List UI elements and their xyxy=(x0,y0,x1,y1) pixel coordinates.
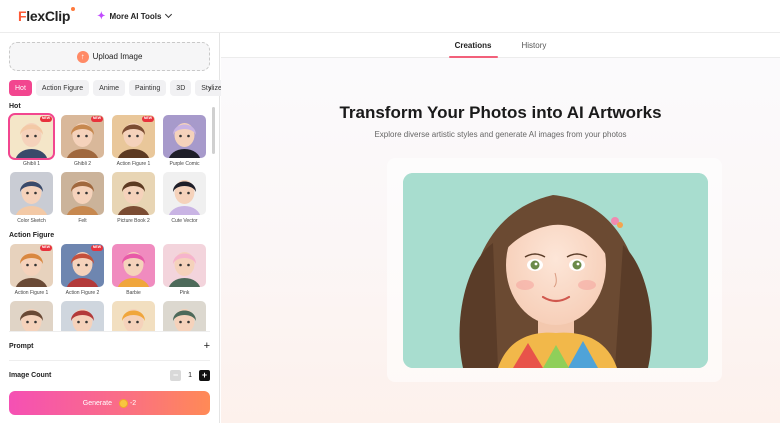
main-panel: Creations History Transform Your Photos … xyxy=(221,33,780,423)
style-card[interactable]: NEW Ghibli 1 xyxy=(8,113,55,167)
style-label: Ghibli 2 xyxy=(74,161,91,167)
style-thumbnail xyxy=(112,301,155,331)
style-card[interactable] xyxy=(111,301,156,331)
page-title: Transform Your Photos into AI Artworks xyxy=(339,103,662,122)
tab-creations[interactable]: Creations xyxy=(447,33,500,58)
chevron-down-icon xyxy=(165,10,173,19)
logo-wordmark: lexClip xyxy=(26,8,71,24)
main-tabs: Creations History xyxy=(221,33,780,58)
style-label: Purple Comic xyxy=(169,161,200,167)
upload-image-button[interactable]: ↑ Upload Image xyxy=(9,42,210,71)
style-card[interactable]: Color Sketch xyxy=(9,172,54,224)
style-label: Action Figure 2 xyxy=(65,290,100,296)
style-card[interactable]: NEW Ghibli 2 xyxy=(60,115,105,167)
generate-cost: -2 xyxy=(129,399,137,407)
image-count-row: Image Count − 1 + xyxy=(9,368,210,382)
tab-painting[interactable]: Painting xyxy=(129,80,167,96)
tab-anime[interactable]: Anime xyxy=(93,80,125,96)
more-ai-tools-menu[interactable]: ✦ More AI Tools xyxy=(97,10,173,22)
style-label: Felt xyxy=(78,218,87,224)
style-thumbnail xyxy=(163,115,206,158)
divider xyxy=(9,331,210,332)
style-tabs: Hot Action Figure Anime Painting 3D Styl… xyxy=(9,80,228,96)
style-card[interactable]: Purple Comic xyxy=(162,115,207,167)
sample-portrait-image xyxy=(403,173,708,368)
style-label: Pink xyxy=(179,290,190,296)
new-badge: NEW xyxy=(141,116,154,122)
upload-image-label: Upload Image xyxy=(92,52,143,61)
style-card[interactable]: Cute Vector xyxy=(162,172,207,224)
sidebar-scrollbar[interactable] xyxy=(212,107,215,154)
style-thumbnail xyxy=(112,172,155,215)
style-thumbnail: NEW xyxy=(8,113,55,160)
left-panel: ↑ Upload Image Hot Action Figure Anime P… xyxy=(0,33,228,423)
style-thumbnail xyxy=(10,301,53,331)
plus-icon[interactable]: + xyxy=(204,340,210,352)
image-count-label: Image Count xyxy=(9,371,52,379)
page-subtitle: Explore diverse artistic styles and gene… xyxy=(374,130,627,139)
style-thumbnail xyxy=(61,301,104,331)
style-label: Barbie xyxy=(126,290,141,296)
tab-history[interactable]: History xyxy=(514,33,555,58)
upload-icon: ↑ xyxy=(76,50,89,63)
style-card[interactable]: Barbie xyxy=(111,244,156,296)
prompt-label: Prompt xyxy=(9,342,34,350)
image-count-value: 1 xyxy=(188,371,192,379)
style-thumbnail xyxy=(163,301,206,331)
logo-dot-icon xyxy=(71,7,76,11)
logo-letter: F xyxy=(18,8,27,24)
divider xyxy=(9,360,210,361)
style-grid-action-figure: NEW Action Figure 1 NEW Action Figure 2 Barb… xyxy=(9,244,207,331)
generate-button[interactable]: Generate -2 xyxy=(9,391,210,415)
style-thumbnail: NEW xyxy=(61,244,104,287)
style-card[interactable]: NEW Action Figure 1 xyxy=(111,115,156,167)
style-thumbnail xyxy=(163,244,206,287)
generate-label: Generate xyxy=(82,399,112,407)
style-card[interactable]: NEW Action Figure 1 xyxy=(9,244,54,296)
style-thumbnail: NEW xyxy=(61,115,104,158)
image-count-stepper: − 1 + xyxy=(170,369,210,381)
style-thumbnail xyxy=(163,172,206,215)
style-label: Cute Vector xyxy=(171,218,198,224)
style-card[interactable]: Pink xyxy=(162,244,207,296)
tabs-next-arrow-icon[interactable]: › xyxy=(204,80,216,96)
sparkle-icon: ✦ xyxy=(97,10,106,22)
credit-coin-icon xyxy=(118,398,128,408)
section-title-hot: Hot xyxy=(9,103,21,110)
style-thumbnail: NEW xyxy=(10,244,53,287)
style-card[interactable] xyxy=(60,301,105,331)
style-label: Action Figure 1 xyxy=(116,161,151,167)
tab-action-figure[interactable]: Action Figure xyxy=(35,80,90,96)
increment-button[interactable]: + xyxy=(199,369,210,381)
style-thumbnail xyxy=(112,244,155,287)
style-grid-hot: NEW Ghibli 1 NEW Ghibli 2 NEW Action Figure 1… xyxy=(8,113,207,224)
style-thumbnail xyxy=(10,172,53,215)
prompt-row[interactable]: Prompt + xyxy=(9,339,210,353)
style-label: Ghibli 1 xyxy=(23,161,40,167)
flexclip-logo[interactable]: FlexClip xyxy=(18,7,76,24)
tab-hot[interactable]: Hot xyxy=(9,80,32,96)
new-badge: NEW xyxy=(90,245,103,251)
top-bar: FlexClip ✦ More AI Tools xyxy=(0,0,780,33)
new-badge: NEW xyxy=(90,116,103,122)
style-card[interactable]: NEW Action Figure 2 xyxy=(60,244,105,296)
style-card[interactable] xyxy=(9,301,54,331)
style-thumbnail xyxy=(61,172,104,215)
style-card[interactable]: Picture Book 2 xyxy=(111,172,156,224)
tab-3d[interactable]: 3D xyxy=(170,80,192,96)
style-label: Color Sketch xyxy=(17,218,46,224)
style-card[interactable] xyxy=(162,301,207,331)
more-ai-tools-label: More AI Tools xyxy=(109,11,162,21)
decrement-button[interactable]: − xyxy=(170,369,182,381)
new-badge: NEW xyxy=(39,116,52,122)
section-title-action-figure: Action Figure xyxy=(9,232,55,239)
new-badge: NEW xyxy=(39,245,52,251)
style-card[interactable]: Felt xyxy=(60,172,105,224)
style-label: Action Figure 1 xyxy=(14,290,49,296)
style-thumbnail: NEW xyxy=(112,115,155,158)
style-label: Picture Book 2 xyxy=(117,218,150,224)
